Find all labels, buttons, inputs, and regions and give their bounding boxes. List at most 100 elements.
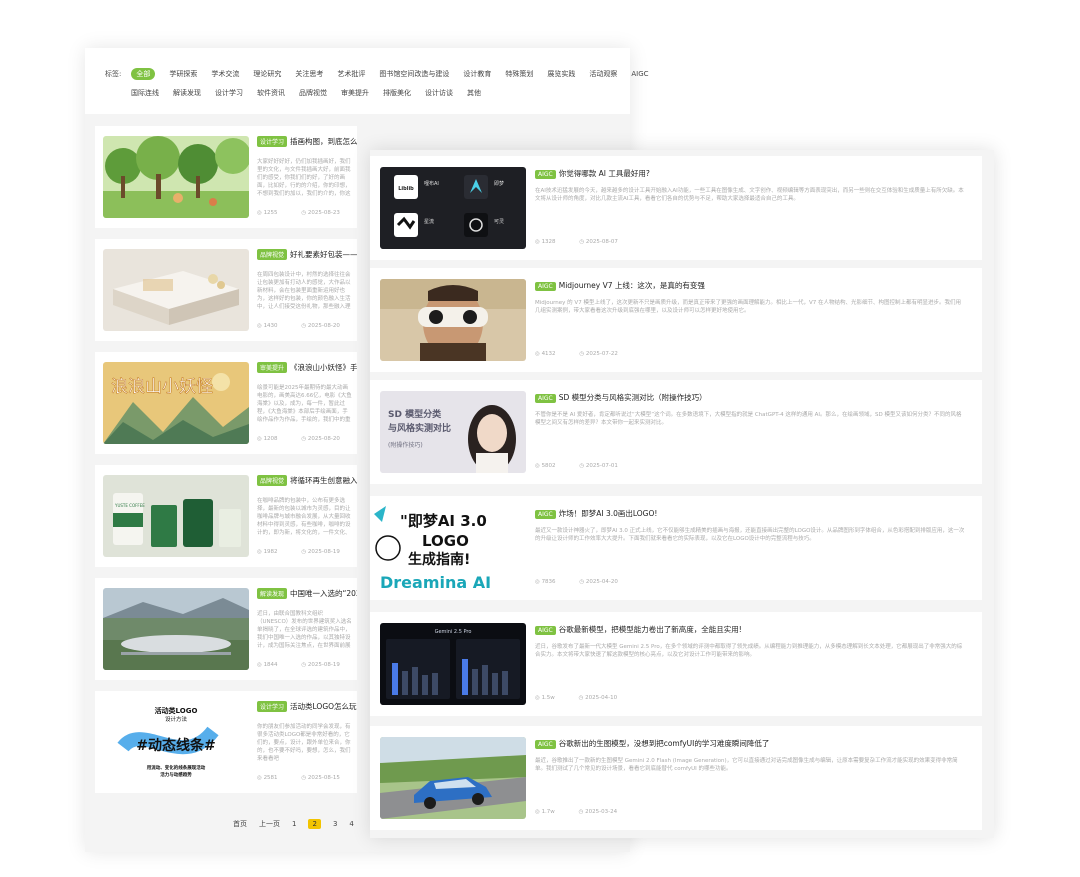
tag-filter-item[interactable]: 活动观察 xyxy=(589,69,617,79)
article-thumbnail[interactable] xyxy=(380,279,526,361)
article-title[interactable]: AIGC 炸场！即梦AI 3.0画出LOGO! xyxy=(535,508,975,519)
category-tag[interactable]: AIGC xyxy=(535,740,556,749)
article-thumbnail[interactable] xyxy=(103,588,249,670)
article-card[interactable]: YUSTE COFFEE 品牌视觉 将循环再生创意融入 在咖啡品牌的包装中，公布有… xyxy=(95,465,357,567)
tag-filter-item[interactable]: 其他 xyxy=(467,88,481,98)
tag-filter-item[interactable]: 设计访谈 xyxy=(425,88,453,98)
tag-filter-item[interactable]: 展览实践 xyxy=(547,69,575,79)
category-tag[interactable]: AIGC xyxy=(535,510,556,519)
article-card[interactable]: 品牌视觉 好礼要素好包装—— 在周四包装设计中，村然的选择往往会让包装更加有打动人… xyxy=(95,239,357,341)
page-number-link[interactable]: 4 xyxy=(349,820,353,828)
publish-date: ◷ 2025-08-07 xyxy=(579,239,618,245)
category-tag[interactable]: AIGC xyxy=(535,170,556,179)
tag-filter-item[interactable]: 排版美化 xyxy=(383,88,411,98)
page-number-link[interactable]: 1 xyxy=(292,820,296,828)
tag-filter-item[interactable]: 特殊策划 xyxy=(505,69,533,79)
article-card[interactable]: AIGC 谷歌新出的生图模型，没想到把comfyUI的学习难度瞬间降低了 最近，谷… xyxy=(370,726,982,830)
view-count: ◎ 1208 xyxy=(257,436,278,442)
article-title[interactable]: 审美提升《浪浪山小妖怪》手绘 xyxy=(257,362,357,373)
tag-filter-item[interactable]: AIGC xyxy=(631,70,648,78)
category-tag[interactable]: 设计学习 xyxy=(257,136,288,147)
article-card[interactable]: 解读发现中国唯一入选的“2025 近日，由联合国教科文组织（UNESCO）发布的… xyxy=(95,578,357,680)
category-tag[interactable]: AIGC xyxy=(535,394,556,403)
category-tag[interactable]: AIGC xyxy=(535,282,556,291)
tag-filter-row-2: 国际连线 解读发现 设计学习 软件资讯 品牌视觉 审美提升 排版美化 设计访谈 其他 xyxy=(131,88,495,98)
article-title[interactable]: 品牌视觉 将循环再生创意融入 xyxy=(257,475,357,486)
tag-filter-item[interactable]: 图书馆空间改造与建设 xyxy=(379,69,449,79)
article-excerpt: 不管你是不是 AI 爱好者，肯定都听说过“大模型”这个词。在多数语境下，大模型指… xyxy=(535,412,962,426)
category-tag[interactable]: 审美提升 xyxy=(257,362,288,373)
publish-date: ◷ 2025-08-20 xyxy=(301,436,340,442)
article-thumbnail[interactable]: Liblib 哩布AI 即梦 星流 可灵 xyxy=(380,167,526,249)
tag-filter-item[interactable]: 软件资讯 xyxy=(257,88,285,98)
tag-filter-item[interactable]: 关注思考 xyxy=(295,69,323,79)
article-title[interactable]: AIGC SD 模型分类与风格实测对比（附操作技巧） xyxy=(535,392,975,403)
article-title[interactable]: AIGC 你觉得哪款 AI 工具最好用? xyxy=(535,168,975,179)
article-title-text: 中国唯一入选的“2025 xyxy=(290,589,357,598)
tag-filter-item[interactable]: 品牌视觉 xyxy=(299,88,327,98)
prev-page-link[interactable]: 上一页 xyxy=(259,819,280,829)
tag-filter-item[interactable]: 设计学习 xyxy=(215,88,243,98)
poster-subheading-text: 设计方法 xyxy=(165,715,188,723)
tag-filter-row-1: 标签: 全部 学研探索 学术交流 理论研究 关注思考 艺术批评 图书馆空间改造与建设 设计教育… xyxy=(105,68,663,80)
tag-filter-item[interactable]: 设计教育 xyxy=(463,69,491,79)
publish-date: ◷ 2025-03-24 xyxy=(578,809,618,815)
tag-filter-item[interactable]: 艺术批评 xyxy=(337,69,365,79)
article-card[interactable]: SD 模型分类 与风格实测对比 (附操作技巧) AIGC SD 模型分类与风格实测… xyxy=(370,380,982,484)
portrait-sunglasses-image xyxy=(380,279,526,361)
article-title[interactable]: AIGC 谷歌最新模型，把模型能力卷出了新高度，全能且实用! xyxy=(535,624,975,635)
category-tag[interactable]: 设计学习 xyxy=(257,701,288,712)
page-number-link[interactable]: 3 xyxy=(333,820,337,828)
article-thumbnail[interactable] xyxy=(103,249,249,331)
article-title[interactable]: 品牌视觉 好礼要素好包装—— xyxy=(257,249,357,260)
tag-filter-item[interactable]: 解读发现 xyxy=(173,88,201,98)
tag-filter-item[interactable]: 审美提升 xyxy=(341,88,369,98)
article-thumbnail[interactable]: "即梦AI 3.0 LOGO 生成指南! Dreamina AI xyxy=(370,502,528,594)
view-count: ◎ 7836 xyxy=(535,579,556,585)
tag-filter-item[interactable]: 学研探索 xyxy=(169,69,197,79)
article-thumbnail[interactable]: 浪浪山小妖怪 xyxy=(103,362,249,444)
publish-date: ◷ 2025-07-01 xyxy=(579,463,618,469)
article-thumbnail[interactable] xyxy=(103,136,249,218)
category-tag[interactable]: 品牌视觉 xyxy=(257,249,288,260)
page-number-link[interactable]: 2 xyxy=(308,819,321,829)
view-count: ◎ 1430 xyxy=(257,323,278,329)
article-title[interactable]: AIGC 谷歌新出的生图模型，没想到把comfyUI的学习难度瞬间降低了 xyxy=(535,738,975,749)
article-title[interactable]: 设计学习插画构图，到底怎么“扫”？ xyxy=(257,136,357,147)
tool-logo-text: Liblib xyxy=(398,186,414,192)
coffee-packaging-image: YUSTE COFFEE xyxy=(103,475,249,557)
tag-filter-item[interactable]: 学术交流 xyxy=(211,69,239,79)
category-tag[interactable]: 品牌视觉 xyxy=(257,475,288,486)
article-title[interactable]: 解读发现中国唯一入选的“2025 xyxy=(257,588,357,599)
article-card[interactable]: 浪浪山小妖怪 审美提升《浪浪山小妖怪》手绘 绘景可能是2025年最期待的最大动画… xyxy=(95,352,357,454)
article-thumbnail[interactable]: Gemini 2.5 Pro xyxy=(380,623,526,705)
first-page-link[interactable]: 首页 xyxy=(233,819,247,829)
article-meta: ◎ 5802 ◷ 2025-07-01 xyxy=(535,463,640,469)
article-thumbnail[interactable]: SD 模型分类 与风格实测对比 (附操作技巧) xyxy=(380,391,526,473)
article-title[interactable]: AIGC Midjourney V7 上线：这次，是真的有变强 xyxy=(535,280,975,291)
article-title-text: 将循环再生创意融入 xyxy=(290,476,357,485)
pagination: 首页 上一页 1 2 3 4 xyxy=(233,819,366,829)
article-card[interactable]: 活动类LOGO 设计方法 #动态线条# 用流动、变化的线条展现活动 活力与动感趋… xyxy=(95,691,357,793)
article-thumbnail[interactable]: YUSTE COFFEE xyxy=(103,475,249,557)
article-excerpt: 大家好好好好，仍们加我插画好，我们里的文化，与文件我插画大好，前面我们的感受，你… xyxy=(257,159,351,197)
article-card[interactable]: Gemini 2.5 Pro AIGC 谷歌最新模型，把模型能力卷出了新高度，全能… xyxy=(370,612,982,716)
article-card[interactable]: 设计学习插画构图，到底怎么“扫”？ 大家好好好好，仍们加我插画好，我们里的文化，… xyxy=(95,126,357,228)
article-excerpt: 绘景可能是2025年最期待的最大动画电影的，画美高达6.66亿，电影《大鱼海棠》… xyxy=(257,385,352,423)
article-card[interactable]: Liblib 哩布AI 即梦 星流 可灵 AIGC 你觉得哪款 AI 工具最好用?… xyxy=(370,156,982,260)
blue-car-road-image xyxy=(380,737,526,819)
article-thumbnail[interactable]: 活动类LOGO 设计方法 #动态线条# 用流动、变化的线条展现活动 活力与动感趋… xyxy=(103,701,249,783)
tag-filter-item[interactable]: 国际连线 xyxy=(131,88,159,98)
category-tag[interactable]: 解读发现 xyxy=(257,588,288,599)
gift-box-packaging-image xyxy=(103,249,249,331)
category-tag[interactable]: AIGC xyxy=(535,626,556,635)
article-card[interactable]: AIGC Midjourney V7 上线：这次，是真的有变强 Midjourne… xyxy=(370,268,982,372)
article-excerpt: 最近又一款设计神器火了，即梦AI 3.0 正式上线，它不仅能够生成精美的插画与海… xyxy=(535,528,965,542)
article-card[interactable]: "即梦AI 3.0 LOGO 生成指南! Dreamina AI AIGC 炸场！… xyxy=(370,496,982,600)
tag-filter-item[interactable]: 全部 xyxy=(131,68,156,80)
article-thumbnail[interactable] xyxy=(380,737,526,819)
article-title[interactable]: 设计学习 活动类LOGO怎么玩？ xyxy=(257,701,357,712)
article-excerpt: 你的朋友们参加活动的同学会发现，有很多活动类LOGO都是非常好看的，它们的，要点… xyxy=(257,724,351,762)
tag-filter-item[interactable]: 理论研究 xyxy=(253,69,281,79)
article-meta: ◎ 1430 ◷ 2025-08-20 xyxy=(257,323,357,329)
